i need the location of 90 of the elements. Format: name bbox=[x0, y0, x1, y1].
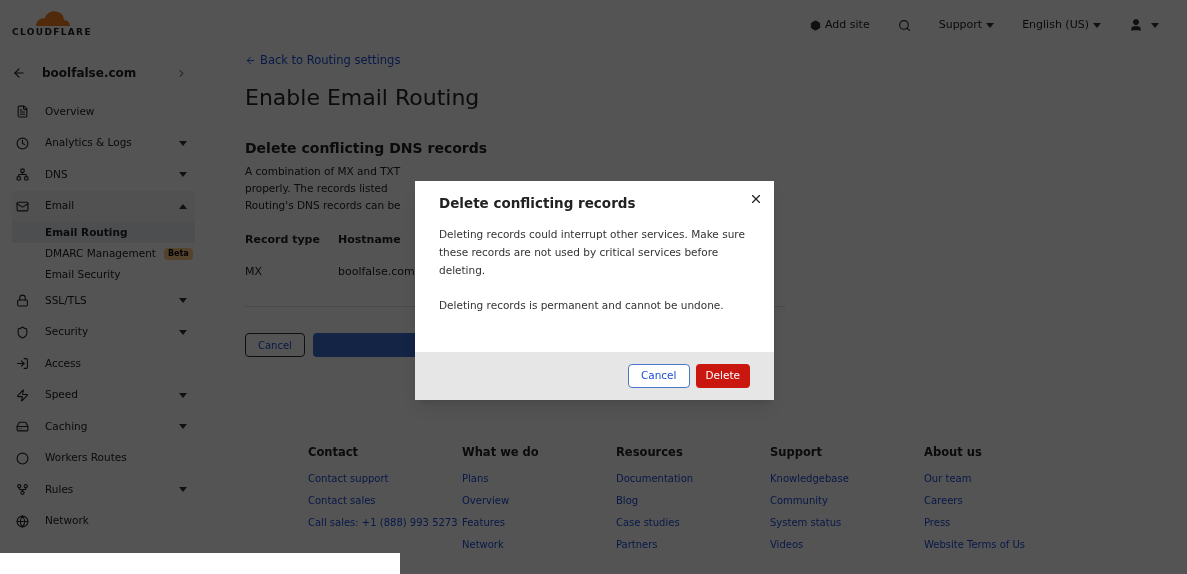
back-arrow-icon[interactable] bbox=[12, 66, 26, 80]
footer-link[interactable]: Plans bbox=[462, 467, 616, 490]
cancel-button[interactable]: Cancel bbox=[245, 333, 305, 358]
sidebar-item[interactable]: Workers Routes bbox=[12, 442, 195, 474]
footer-link[interactable]: Website Terms of Us bbox=[924, 533, 1034, 556]
description-text: A combination of MX and TXT bbox=[245, 164, 402, 180]
back-link[interactable]: Back to Routing settings bbox=[245, 52, 1187, 70]
back-arrow-icon bbox=[245, 55, 256, 67]
caret-icon bbox=[179, 140, 187, 146]
search-icon[interactable] bbox=[897, 18, 911, 32]
section-title: Delete conflicting DNS records bbox=[245, 139, 489, 159]
language-menu[interactable]: English (US) bbox=[1022, 16, 1101, 34]
account-menu[interactable] bbox=[1129, 18, 1159, 32]
sidebar-item[interactable]: Security bbox=[12, 316, 195, 348]
hexagon-icon bbox=[810, 19, 821, 31]
add-site-button[interactable]: Add site bbox=[810, 16, 870, 34]
column-header: Hostname bbox=[338, 232, 402, 249]
footer-heading: Resources bbox=[616, 444, 684, 462]
sidebar-item[interactable]: Analytics & Logs bbox=[12, 127, 195, 159]
footer-link[interactable]: Knowledgebase bbox=[770, 467, 924, 490]
footer-link[interactable]: Contact support bbox=[308, 467, 462, 490]
footer-heading: Contact bbox=[308, 444, 360, 462]
footer-link[interactable]: Overview bbox=[462, 489, 616, 512]
delete-button[interactable]: Delete bbox=[695, 364, 750, 389]
sidebar-subitem[interactable]: Email Routing bbox=[12, 222, 195, 243]
description-text: properly. The records listed bbox=[245, 181, 389, 197]
fork-icon bbox=[16, 483, 29, 497]
clock-icon bbox=[16, 136, 29, 150]
document-icon bbox=[16, 105, 29, 119]
footer-link[interactable]: Blog bbox=[616, 489, 770, 512]
footer-link[interactable]: Partners bbox=[616, 533, 770, 556]
mail-icon bbox=[16, 199, 29, 213]
network-icon bbox=[16, 168, 29, 182]
sidebar-item[interactable]: DNS bbox=[12, 159, 195, 191]
logo-wordmark: CLOUDFLARE bbox=[12, 26, 92, 40]
caret-icon bbox=[179, 392, 187, 398]
description-text: Routing's DNS records can be bbox=[245, 198, 402, 214]
footer-link[interactable]: Community bbox=[770, 489, 924, 512]
footer-link[interactable]: System status bbox=[770, 511, 924, 534]
sidebar-item[interactable]: Access bbox=[12, 348, 195, 380]
drive-icon bbox=[16, 420, 29, 434]
footer-link[interactable]: Contact sales bbox=[308, 489, 462, 512]
sidebar-item[interactable]: Rules bbox=[12, 474, 195, 506]
lightning-icon bbox=[16, 388, 29, 402]
caret-icon bbox=[179, 298, 187, 304]
footer-link[interactable]: Videos bbox=[770, 533, 924, 556]
footer-link[interactable]: Our team bbox=[924, 467, 1034, 490]
beta-badge: Beta bbox=[163, 247, 193, 260]
caret-icon bbox=[179, 203, 187, 209]
column-header: Record type bbox=[245, 232, 321, 249]
dialog-text: Deleting records is permanent and cannot be undone. bbox=[439, 298, 725, 314]
caret-icon bbox=[1151, 22, 1159, 28]
enter-icon bbox=[16, 357, 29, 371]
table-cell-text: boolfalse.com bbox=[338, 263, 416, 280]
footer-link[interactable]: Documentation bbox=[616, 467, 770, 490]
sidebar-item[interactable]: Network bbox=[12, 505, 195, 537]
footer-link[interactable]: Case studies bbox=[616, 511, 770, 534]
lock-icon bbox=[16, 294, 29, 308]
sidebar-item[interactable]: Caching bbox=[12, 411, 195, 443]
sidebar-subitem[interactable]: DMARC Management Beta bbox=[12, 243, 195, 264]
sidebar-item[interactable]: SSL/TLS bbox=[12, 285, 195, 317]
globe-icon bbox=[16, 514, 29, 528]
footer-heading: Support bbox=[770, 444, 823, 462]
table-cell-text: MX bbox=[245, 263, 264, 280]
sidebar-item[interactable]: Overview bbox=[12, 96, 195, 128]
footer-link[interactable]: Careers bbox=[924, 489, 1034, 512]
user-icon bbox=[1129, 18, 1143, 32]
caret-icon bbox=[179, 172, 187, 178]
circle-icon bbox=[16, 451, 29, 465]
support-menu[interactable]: Support bbox=[938, 16, 995, 34]
footer-heading: What we do bbox=[462, 444, 540, 462]
close-button[interactable] bbox=[749, 192, 763, 206]
footer-link[interactable]: Press bbox=[924, 511, 1034, 534]
footer-link[interactable]: Network bbox=[462, 533, 616, 556]
sidebar-item[interactable]: Speed bbox=[12, 379, 195, 411]
caret-icon bbox=[179, 329, 187, 335]
sidebar-subitem[interactable]: Email Security bbox=[12, 264, 195, 285]
caret-icon bbox=[179, 424, 187, 430]
caret-icon bbox=[986, 22, 995, 28]
cancel-button[interactable]: Cancel bbox=[627, 364, 690, 389]
dialog-text: Deleting records could interrupt other services. Make sure these records are not used by critical services before deleting. bbox=[439, 227, 746, 279]
footer-link[interactable]: Call sales: +1 (888) 993 5273 bbox=[308, 511, 462, 534]
shield-icon bbox=[16, 325, 29, 339]
footer-link[interactable]: Features bbox=[462, 511, 616, 534]
caret-icon bbox=[1093, 22, 1101, 28]
page-title: Enable Email Routing bbox=[245, 84, 481, 113]
footer-heading: About us bbox=[924, 444, 983, 462]
domain-name: boolfalse.com bbox=[42, 65, 138, 82]
caret-icon bbox=[179, 487, 187, 493]
dialog-title: Delete conflicting records bbox=[439, 194, 637, 213]
